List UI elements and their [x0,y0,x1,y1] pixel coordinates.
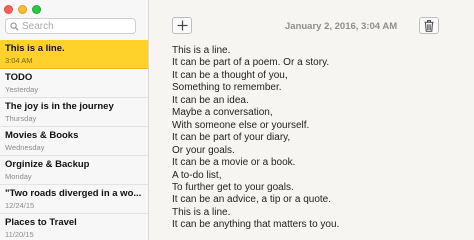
note-list-item[interactable]: Movies & Books Wednesday [0,127,148,156]
note-list-item[interactable]: Orginize & Backup Monday [0,156,148,185]
note-timestamp: January 2, 2016, 3:04 AM [285,21,398,32]
note-line: It can be an advice, a tip or a quote. [172,194,331,206]
note-list-item[interactable]: "Two roads diverged in a wo... 12/24/15 [0,185,148,214]
search-input[interactable] [22,19,132,33]
note-body-text[interactable]: This is a line. It can be part of a poem.… [172,45,462,232]
note-line: To further get to your goals. [172,181,294,193]
note-list-item[interactable]: TODO Yesterday [0,69,148,98]
note-line: It can be a thought of you, [172,69,288,81]
note-title: The joy is in the journey [5,101,114,112]
note-title: Places to Travel [5,217,77,228]
sidebar: This is a line. 3:04 AM TODO Yesterday The j… [0,0,149,240]
note-line: Or your goals. [172,144,235,156]
note-title: "Two roads diverged in a wo... [5,188,142,199]
note-title: TODO [5,72,33,83]
note-date: Thursday [5,114,37,123]
notes-list: This is a line. 3:04 AM TODO Yesterday The j… [0,40,148,240]
maximize-window-button[interactable] [32,5,41,14]
note-editor: January 2, 2016, 3:04 AM This is a line.… [149,0,474,240]
note-date: Yesterday [5,85,39,94]
note-title: Movies & Books [5,130,79,141]
note-date: 11/20/15 [5,230,34,239]
search-box[interactable] [5,18,136,34]
note-list-item[interactable]: The joy is in the journey Thursday [0,98,148,127]
note-list-item[interactable]: Places to Travel 11/20/15 [0,214,148,240]
note-line: It can be part of a poem. Or a story. [172,57,330,69]
note-line: Something to remember. [172,82,282,94]
note-title: Orginize & Backup [5,159,90,170]
note-line: It can be anything that matters to you. [172,219,340,231]
note-line: It can be part of your diary, [172,132,291,144]
note-date: Wednesday [5,143,45,152]
minimize-window-button[interactable] [18,5,27,14]
magnifier-icon [10,21,19,31]
note-line: This is a line. [172,45,231,56]
close-window-button[interactable] [4,5,13,14]
note-line: This is a line. [172,206,231,218]
new-note-button[interactable] [172,17,192,34]
note-line: Maybe a conversation, [172,107,273,119]
window-controls [4,5,41,14]
note-line: It can be an idea. [172,94,249,106]
note-date: 3:04 AM [5,56,33,65]
note-line: A to-do list, [172,169,222,181]
note-list-item[interactable]: This is a line. 3:04 AM [0,40,148,69]
note-date: Monday [5,172,32,181]
trash-icon [424,19,434,32]
note-line: With someone else or yourself. [172,119,310,131]
delete-note-button[interactable] [419,17,439,34]
note-line: It can be a movie or a book. [172,157,296,169]
note-date: 12/24/15 [5,201,35,210]
note-title: This is a line. [5,43,65,54]
plus-icon [177,20,187,31]
notes-window: This is a line. 3:04 AM TODO Yesterday The j… [0,0,474,240]
